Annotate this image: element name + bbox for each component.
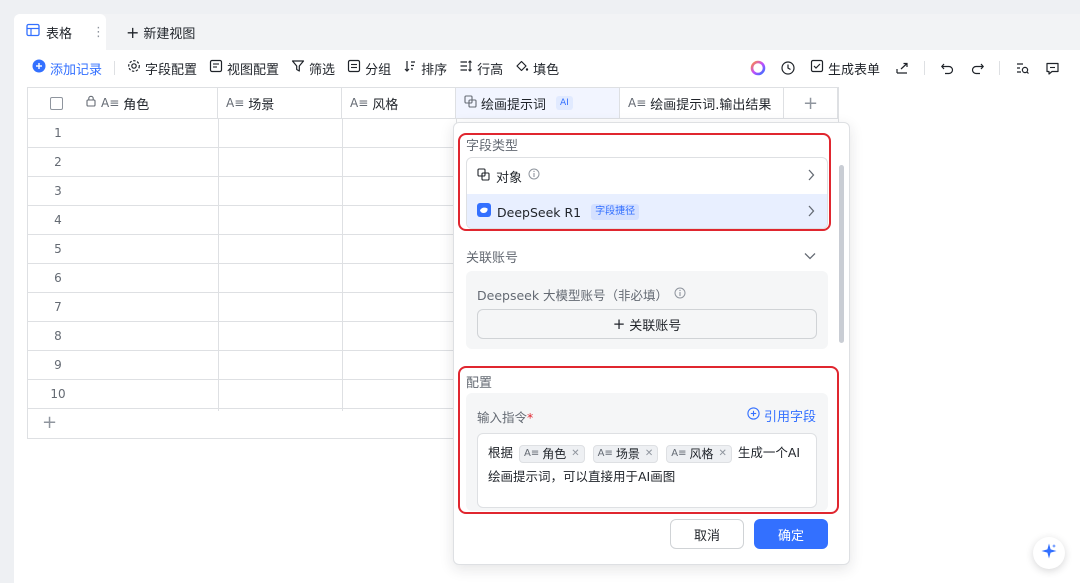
form-check-icon [810,59,824,77]
column-header-scene[interactable]: A≡ 场景 [218,88,342,119]
row-number: 6 [54,271,62,285]
add-column-button[interactable]: + [784,88,838,119]
row-height-label: 行高 [477,62,504,78]
row-number: 8 [54,329,62,343]
group-button[interactable]: 分组 [341,56,397,80]
toolbar-divider [114,61,116,75]
sort-icon [403,59,417,77]
chevron-down-icon[interactable] [804,249,816,264]
sparkle-icon [1040,542,1058,564]
view-settings-icon [209,59,223,77]
plus-circle-icon [32,59,46,77]
generate-form-button[interactable]: 生成表单 [804,56,886,80]
redo-icon[interactable] [963,56,991,80]
column-header-label: 场景 [248,97,275,113]
add-record-button[interactable]: 添加记录 [30,56,108,80]
row-number: 2 [54,155,62,169]
view-config-label: 视图配置 [227,62,280,78]
column-header-prompt[interactable]: 绘画提示词 AI [456,88,620,119]
highlight-config [458,366,839,514]
select-all-checkbox[interactable] [50,96,63,110]
toolbar: 添加记录 字段配置 视图配置 筛选 分组 排序 行高 填色 生成表单 [14,50,1080,86]
toolbar-right: 生成表单 [744,50,1066,86]
row-number: 10 [50,387,66,401]
sort-label: 排序 [421,62,448,78]
column-header-style[interactable]: A≡ 风格 [342,88,456,119]
column-header-label: 角色 [123,97,150,113]
more-vertical-icon[interactable]: ⋮ [92,25,105,40]
row-number: 4 [54,213,62,227]
object-field-icon [464,94,477,112]
generate-form-label: 生成表单 [827,62,880,78]
row-number: 7 [54,300,62,314]
linked-account-title: 关联账号 [466,251,519,266]
plus-icon: + [612,315,626,333]
row-number: 1 [54,126,62,140]
ai-assistant-icon[interactable] [744,56,772,80]
grid-icon [26,23,40,41]
plus-icon: + [126,22,140,42]
link-account-label: 关联账号 [629,318,682,334]
automation-icon[interactable] [774,56,802,80]
column-header-label: 绘画提示词 [481,97,547,113]
row-height-icon [459,59,473,77]
add-record-label: 添加记录 [50,62,103,78]
add-row-button[interactable]: + [42,414,57,432]
search-icon[interactable] [1008,56,1036,80]
new-view-label: 新建视图 [143,26,196,42]
link-account-button[interactable]: + 关联账号 [477,309,817,339]
cancel-button[interactable]: 取消 [670,519,744,549]
paint-bucket-icon [515,59,529,77]
linked-account-box: Deepseek 大模型账号（非必填） + 关联账号 [466,271,828,349]
ai-badge: AI [556,96,573,110]
field-config-button[interactable]: 字段配置 [121,56,203,80]
view-tab-bar: 表格 ⋮ + 新建视图 [14,14,1080,50]
filter-icon [291,59,305,77]
fill-color-button[interactable]: 填色 [509,56,565,80]
confirm-button[interactable]: 确定 [754,519,828,549]
undo-icon[interactable] [933,56,961,80]
column-header-label: 绘画提示词.输出结果 [650,97,772,113]
tab-table-label: 表格 [46,26,73,42]
row-number: 5 [54,242,62,256]
column-header-role[interactable]: A≡ 角色 [28,88,218,119]
text-field-icon: A≡ [226,96,245,110]
group-icon [347,59,361,77]
highlight-field-type [458,133,831,231]
account-hint: Deepseek 大模型账号（非必填） [477,288,669,303]
column-header-prompt-output[interactable]: A≡ 绘画提示词.输出结果 [620,88,784,119]
field-config-label: 字段配置 [145,62,198,78]
sort-button[interactable]: 排序 [397,56,453,80]
toolbar-divider-right [924,61,925,75]
group-label: 分组 [365,62,392,78]
panel-scrollbar[interactable] [839,165,844,343]
text-field-icon: A≡ [350,96,369,110]
row-number: 9 [54,358,62,372]
text-field-icon: A≡ [101,96,120,110]
column-header-label: 风格 [372,97,399,113]
filter-button[interactable]: 筛选 [285,56,341,80]
comment-icon[interactable] [1038,56,1066,80]
text-field-icon: A≡ [628,96,647,110]
new-view-button[interactable]: + 新建视图 [126,14,195,50]
row-number: 3 [54,184,62,198]
gear-icon [127,59,141,77]
info-icon[interactable] [674,287,686,302]
share-icon[interactable] [888,56,916,80]
view-config-button[interactable]: 视图配置 [203,56,285,80]
row-height-button[interactable]: 行高 [453,56,509,80]
tab-table[interactable]: 表格 ⋮ [14,14,106,50]
filter-label: 筛选 [309,62,336,78]
lock-icon [85,95,97,111]
toolbar-divider-right-2 [999,61,1000,75]
plus-icon: + [802,92,819,114]
ai-sparkle-button[interactable] [1033,537,1065,569]
fill-color-label: 填色 [533,62,560,78]
